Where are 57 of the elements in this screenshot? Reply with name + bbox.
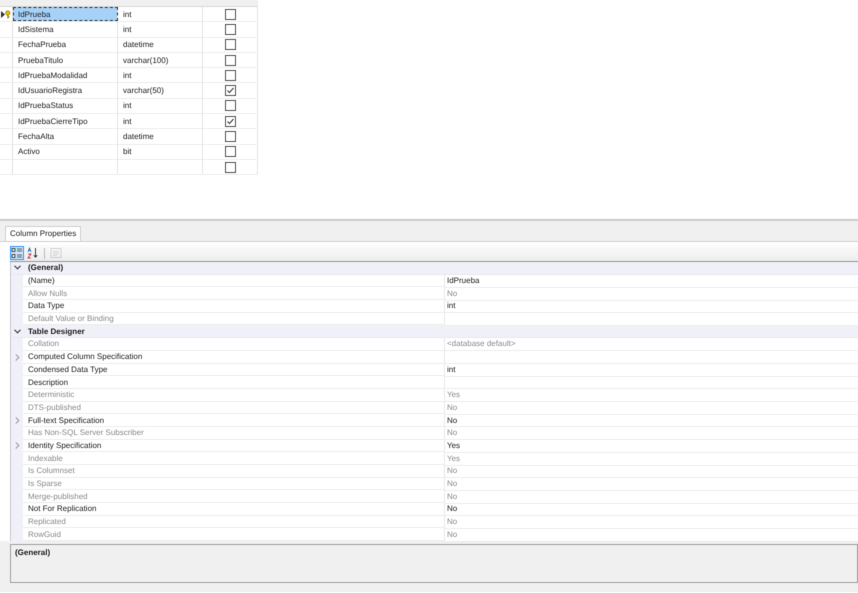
alphabetical-sort-button[interactable] (26, 246, 40, 260)
allow-nulls-checkbox[interactable] (224, 100, 236, 112)
property-name[interactable]: Not For Replication (28, 504, 96, 514)
sort-icon (27, 247, 39, 259)
list-icon (11, 247, 23, 259)
column-name-cell[interactable]: FechaAlta (13, 129, 118, 144)
data-type-cell[interactable]: datetime (118, 129, 203, 144)
column-name-cell[interactable]: PruebaTitulo (13, 52, 118, 68)
data-type-cell[interactable]: bit (118, 144, 203, 159)
allow-nulls-checkbox[interactable] (224, 70, 236, 81)
allow-nulls-checkbox[interactable] (224, 24, 236, 35)
category-label: Table Designer (27, 326, 85, 336)
column-name-cell[interactable]: IdPruebaModalidad (13, 68, 118, 82)
property-value[interactable]: int (447, 301, 456, 310)
data-type-cell[interactable]: int (118, 98, 203, 114)
property-name[interactable]: Description (28, 378, 68, 387)
column-name-cell[interactable]: Activo (13, 144, 118, 159)
property-name[interactable]: Condensed Data Type (28, 364, 108, 374)
column-name-cell[interactable]: IdSistema (13, 22, 118, 37)
allow-nulls-checkbox[interactable] (224, 54, 236, 66)
property-value[interactable]: No (447, 504, 458, 514)
primary-key-icon (1, 10, 11, 19)
properties-tab[interactable]: Column Properties (5, 226, 82, 241)
data-type-cell[interactable]: datetime (118, 38, 203, 52)
property-name[interactable]: Full-text Specification (28, 416, 104, 425)
allow-nulls-checkbox[interactable] (224, 116, 236, 127)
allow-nulls-checkbox[interactable] (224, 39, 236, 50)
column-name-cell[interactable]: FechaPrueba (13, 38, 118, 52)
description-title: (General) (15, 548, 50, 558)
property-value[interactable]: No (447, 416, 458, 425)
allow-nulls-checkbox[interactable] (224, 131, 236, 142)
data-type-cell[interactable]: varchar(50) (118, 83, 203, 98)
property-name[interactable]: Computed Column Specification (28, 352, 142, 362)
category-label: (General) (27, 263, 64, 272)
chevron-down-icon[interactable] (14, 265, 20, 270)
pages-icon (50, 247, 62, 259)
data-type-cell[interactable]: varchar(100) (118, 52, 203, 68)
property-name[interactable]: (Name) (28, 276, 55, 286)
property-value[interactable]: IdPrueba (447, 276, 480, 286)
allow-nulls-checkbox[interactable] (224, 146, 236, 158)
property-name[interactable]: Identity Specification (28, 440, 102, 450)
data-type-cell[interactable]: int (118, 22, 203, 37)
allow-nulls-checkbox[interactable] (224, 162, 236, 173)
allow-nulls-checkbox[interactable] (224, 8, 236, 20)
chevron-down-icon[interactable] (14, 328, 20, 334)
allow-nulls-checkbox[interactable] (224, 85, 236, 96)
categorized-view-button[interactable] (10, 246, 24, 260)
column-name-cell[interactable]: IdPruebaCierreTipo (13, 114, 118, 128)
property-value[interactable]: int (447, 364, 456, 374)
data-type-cell[interactable]: int (118, 7, 203, 22)
data-type-cell[interactable]: int (118, 68, 203, 82)
column-name-cell[interactable]: IdUsuarioRegistra (13, 83, 118, 98)
column-name-cell[interactable]: IdPruebaStatus (13, 98, 118, 114)
property-name[interactable]: Data Type (28, 301, 64, 310)
property-value[interactable]: Yes (447, 440, 460, 450)
data-type-cell[interactable]: int (118, 114, 203, 128)
column-name-cell[interactable]: IdPrueba (13, 7, 118, 22)
